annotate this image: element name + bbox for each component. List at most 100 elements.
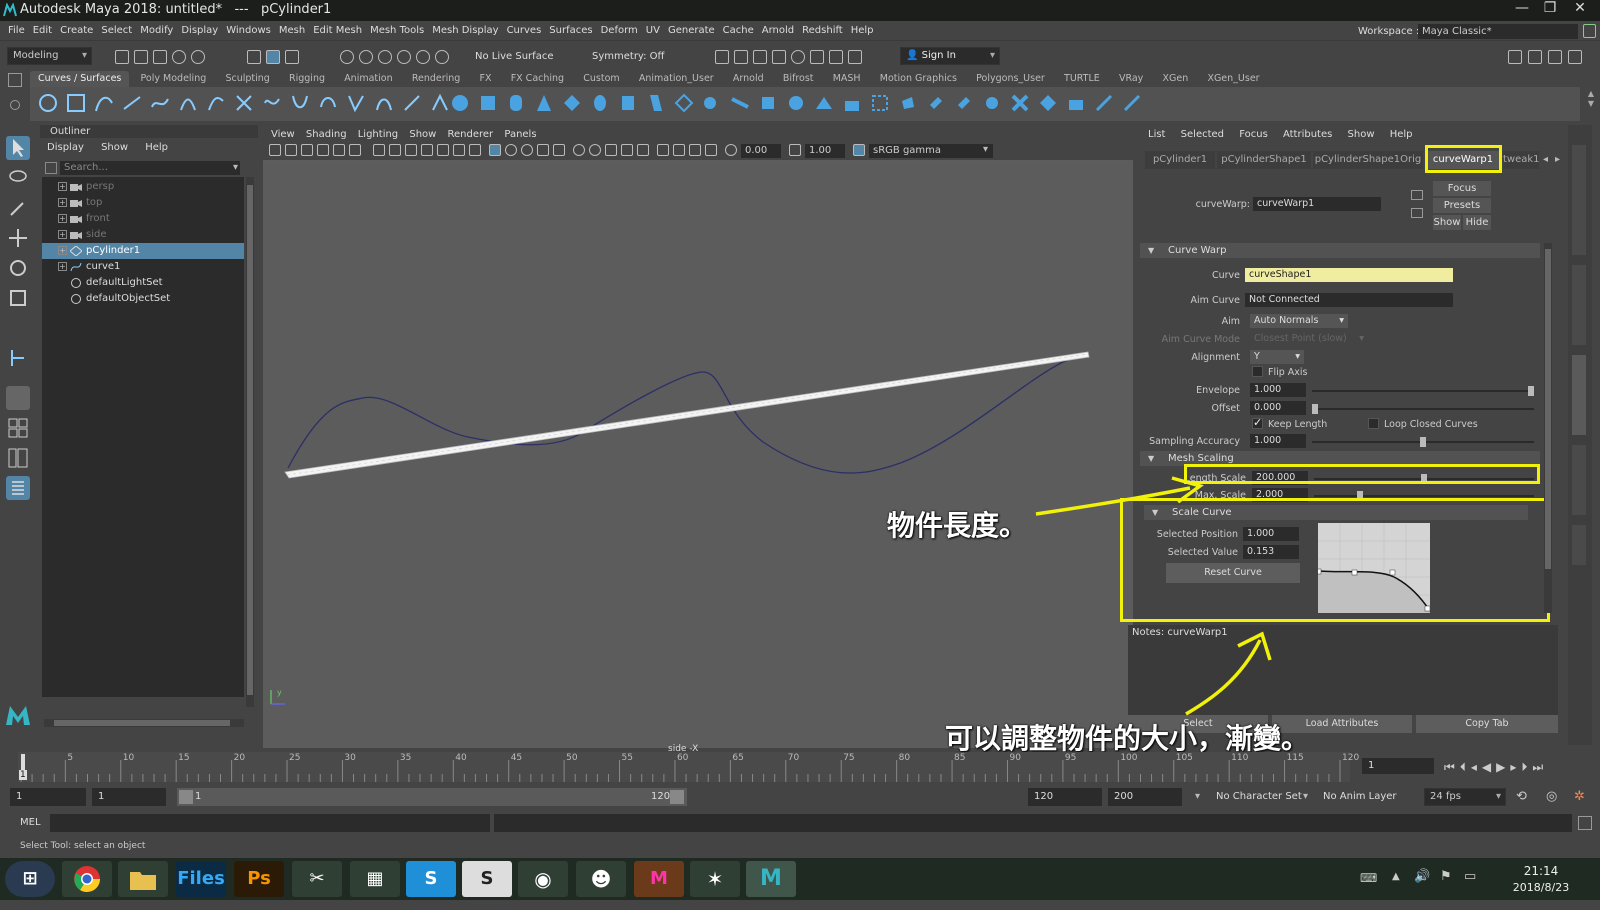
volume-icon[interactable]: 🔊 bbox=[1414, 869, 1430, 884]
step-back-key-icon[interactable]: ⏴ bbox=[1460, 760, 1471, 774]
grid-icon[interactable] bbox=[373, 144, 385, 156]
ae-menu-attributes[interactable]: Attributes bbox=[1283, 129, 1332, 140]
shelf-tab-turtle[interactable]: TURTLE bbox=[1056, 71, 1108, 87]
outliner-horizontal-scrollbar[interactable] bbox=[44, 719, 244, 727]
shelf-tab-curves-surfaces[interactable]: Curves / Surfaces bbox=[30, 71, 130, 87]
untrim-icon[interactable] bbox=[926, 93, 946, 113]
animation-end-field[interactable]: 200 bbox=[1108, 788, 1182, 806]
camera-attributes-icon[interactable] bbox=[285, 144, 297, 156]
play-backward-icon[interactable]: ◀ bbox=[1482, 760, 1496, 774]
character-set-label[interactable]: No Character Set bbox=[1216, 791, 1302, 802]
ae-tab-pcylinder1[interactable]: pCylinder1 bbox=[1145, 151, 1215, 169]
symmetry-label[interactable]: Symmetry: Off bbox=[592, 51, 664, 62]
expand-icon[interactable]: + bbox=[58, 262, 67, 271]
taskbar-maya[interactable]: M bbox=[746, 861, 796, 897]
safe-title-icon[interactable] bbox=[469, 144, 481, 156]
single-perspective-layout-icon[interactable] bbox=[6, 386, 30, 410]
exposure-field[interactable]: 0.00 bbox=[741, 144, 781, 158]
taskbar-calculator[interactable]: ▦ bbox=[350, 861, 400, 897]
outliner-item-defaultlightset[interactable]: defaultLightSet bbox=[42, 275, 244, 291]
loft-icon[interactable] bbox=[646, 93, 666, 113]
menu-curves[interactable]: Curves bbox=[507, 25, 542, 36]
channel-box-toggle-icon[interactable] bbox=[1548, 50, 1562, 64]
shelf-tab-xgen-user[interactable]: XGen_User bbox=[1199, 71, 1267, 87]
character-set-chevron-icon[interactable]: ▾ bbox=[1195, 791, 1200, 802]
viewport-menu-shading[interactable]: Shading bbox=[306, 129, 347, 140]
save-scene-icon[interactable] bbox=[153, 50, 167, 64]
select-by-object-icon[interactable] bbox=[266, 50, 280, 64]
presets-button[interactable]: Presets bbox=[1433, 198, 1491, 213]
snap-surface-icon[interactable] bbox=[435, 50, 449, 64]
square-surface-icon[interactable] bbox=[786, 93, 806, 113]
sculpt-geometry-icon[interactable] bbox=[1094, 93, 1114, 113]
taskbar-zbrush[interactable]: ✶ bbox=[690, 861, 740, 897]
nurbs-plane-icon[interactable] bbox=[562, 93, 582, 113]
tab-scroll-right-icon[interactable]: ▸ bbox=[1555, 154, 1560, 165]
offset-slider[interactable] bbox=[1312, 404, 1534, 414]
snap-curve-icon[interactable] bbox=[359, 50, 373, 64]
tray-expand-icon[interactable]: ▲ bbox=[1392, 871, 1400, 882]
attach-surfaces-icon[interactable] bbox=[954, 93, 974, 113]
bevel-plus-icon[interactable] bbox=[814, 93, 834, 113]
outliner-filter-icon[interactable] bbox=[45, 162, 57, 174]
menu-generate[interactable]: Generate bbox=[668, 25, 715, 36]
menu-modify[interactable]: Modify bbox=[140, 25, 173, 36]
taskbar-steam[interactable]: ◉ bbox=[518, 861, 568, 897]
expand-icon[interactable]: + bbox=[58, 246, 67, 255]
step-forward-key-icon[interactable]: ⏵ bbox=[1521, 760, 1532, 774]
nurbs-cone-icon[interactable] bbox=[534, 93, 554, 113]
shelf-tab-poly-modeling[interactable]: Poly Modeling bbox=[133, 71, 215, 87]
xgen-tab[interactable] bbox=[1572, 525, 1586, 565]
attach-curves-icon[interactable] bbox=[234, 93, 254, 113]
menu-uv[interactable]: UV bbox=[646, 25, 660, 36]
menu-arnold[interactable]: Arnold bbox=[762, 25, 794, 36]
outliner-item-side[interactable]: + side bbox=[42, 227, 244, 243]
taskbar-illustrator[interactable]: Ps bbox=[234, 861, 284, 897]
shelf-tab-animation-user[interactable]: Animation_User bbox=[631, 71, 722, 87]
outliner-menu-display[interactable]: Display bbox=[47, 142, 84, 153]
ep-curve-icon[interactable] bbox=[122, 93, 142, 113]
motion-blur-icon[interactable] bbox=[605, 144, 617, 156]
taskbar-messenger[interactable]: ☻ bbox=[576, 861, 626, 897]
envelope-slider[interactable] bbox=[1312, 386, 1534, 396]
time-slider[interactable]: 5 10 15 20 25 30 35 40 45 50 55 60 65 70 75 80 85 90 95 100… bbox=[10, 752, 1590, 782]
ae-menu-help[interactable]: Help bbox=[1390, 129, 1413, 140]
image-plane-icon[interactable] bbox=[317, 144, 329, 156]
field-chart-icon[interactable] bbox=[437, 144, 449, 156]
keep-length-checkbox[interactable] bbox=[1252, 416, 1263, 429]
extrude-icon[interactable] bbox=[702, 93, 722, 113]
copy-tab-button[interactable]: Copy Tab bbox=[1416, 715, 1558, 733]
snap-view-plane-icon[interactable] bbox=[397, 50, 411, 64]
intersect-surfaces-icon[interactable] bbox=[870, 93, 890, 113]
range-end-handle[interactable] bbox=[670, 790, 684, 804]
grease-pencil-icon[interactable] bbox=[349, 144, 361, 156]
gamma-field[interactable]: 1.00 bbox=[805, 144, 845, 158]
network-icon[interactable]: ▭ bbox=[1464, 869, 1476, 884]
xray-joints-icon[interactable] bbox=[689, 144, 701, 156]
outliner-search-input[interactable]: Search... bbox=[60, 161, 240, 175]
menu-cache[interactable]: Cache bbox=[723, 25, 754, 36]
clock-time[interactable]: 21:14 bbox=[1506, 864, 1576, 878]
auto-key-icon[interactable]: ◎ bbox=[1546, 789, 1557, 804]
taskbar-app-m[interactable]: M bbox=[634, 861, 684, 897]
ae-tab-pcylindershape1[interactable]: pCylinderShape1 bbox=[1217, 151, 1311, 169]
nurbs-sphere-icon[interactable] bbox=[450, 93, 470, 113]
bezier-curve-icon[interactable] bbox=[150, 93, 170, 113]
open-close-surface-icon[interactable] bbox=[1010, 93, 1030, 113]
shelf-tab-polygons-user[interactable]: Polygons_User bbox=[968, 71, 1053, 87]
keyboard-icon[interactable]: ⌨ bbox=[1360, 871, 1377, 885]
shelf-tab-fx[interactable]: FX bbox=[472, 71, 500, 87]
last-tool-icon[interactable] bbox=[6, 346, 30, 370]
outliner-layout-icon[interactable] bbox=[6, 476, 30, 500]
revolve-icon[interactable] bbox=[618, 93, 638, 113]
add-points-icon[interactable] bbox=[402, 93, 422, 113]
birail-icon[interactable] bbox=[730, 93, 750, 113]
tab-scroll-left-icon[interactable]: ◂ bbox=[1543, 154, 1548, 165]
nurbs-circle-icon[interactable] bbox=[38, 93, 58, 113]
lasso-tool-icon[interactable] bbox=[6, 166, 30, 190]
max-scale-slider[interactable] bbox=[1314, 491, 1534, 501]
insert-knot-icon[interactable] bbox=[374, 93, 394, 113]
outliner-item-persp[interactable]: + persp bbox=[42, 179, 244, 195]
nurbs-cube-icon[interactable] bbox=[478, 93, 498, 113]
animation-start-field[interactable]: 1 bbox=[10, 788, 86, 806]
